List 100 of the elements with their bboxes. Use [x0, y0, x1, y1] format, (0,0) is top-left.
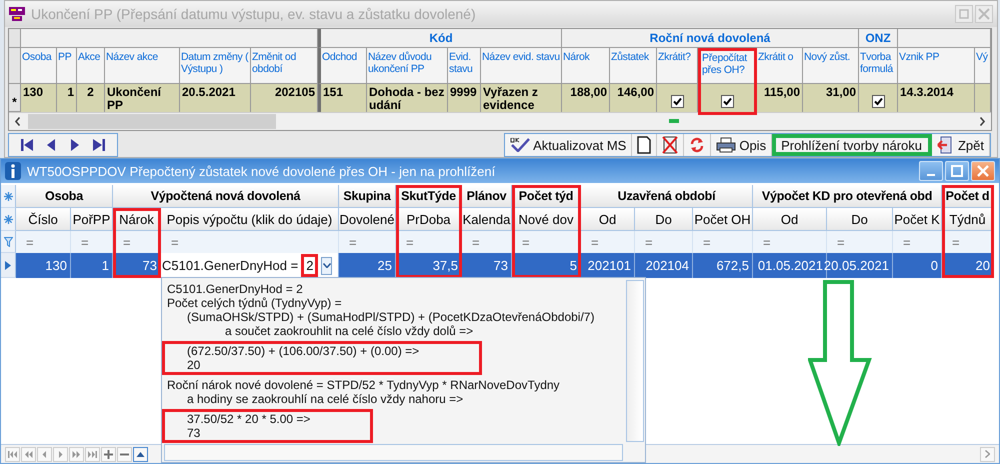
column-header[interactable]: Název akce: [105, 48, 180, 84]
formula-line: Roční nárok nové dovolené = STPD/52 * TydnyVyp * RNarNoveDovTydny: [166, 378, 560, 392]
chevron-down-icon: [322, 263, 331, 268]
minimize-button[interactable]: [919, 161, 943, 181]
remove-button[interactable]: [117, 446, 132, 462]
row-marker: *: [9, 84, 21, 112]
close-button[interactable]: [971, 161, 995, 181]
column-header[interactable]: Kalenda: [462, 208, 512, 231]
column-header[interactable]: PořPP: [71, 208, 113, 231]
column-header[interactable]: Vznik PP: [898, 48, 975, 84]
column-header[interactable]: Počet K: [893, 208, 942, 231]
column-header[interactable]: Popis výpočtu (klik do údaje): [161, 208, 339, 231]
first-button[interactable]: [5, 446, 20, 462]
maximize-button[interactable]: [945, 161, 969, 181]
navigation-arrow-icon: [72, 450, 81, 458]
column-header[interactable]: Zkrátit o: [757, 48, 803, 84]
column-header[interactable]: Datum změny ( Výstupu ): [180, 48, 251, 84]
right-arrow-icon: [69, 139, 81, 151]
column-header[interactable]: Od: [753, 208, 827, 231]
minimize-icon: [927, 174, 935, 176]
column-header[interactable]: Akce: [77, 48, 105, 84]
column-header[interactable]: Osoba: [21, 48, 57, 84]
scrollbar-thumb[interactable]: [28, 114, 276, 129]
column-group-header: Roční nová dovolená: [562, 29, 859, 48]
scroll-right-icon[interactable]: [980, 117, 985, 126]
last-button[interactable]: [85, 446, 100, 462]
column-header[interactable]: Nový zůst.: [803, 48, 859, 84]
up-button[interactable]: [133, 446, 148, 462]
filter-icon: [4, 236, 12, 246]
formula-line: (SumaOHSk/STPD) + (SumaHodPl/STPD) + (PocetKDzaOtevřenáObdobi/7): [186, 310, 594, 324]
window-title: Ukončení PP (Přepsání datumu výstupu, ev. stavu a zůstatku dovolené): [31, 6, 476, 22]
close-icon: [978, 8, 990, 20]
formula-line: 37.50/52 * 20 * 5.00 =>: [186, 412, 310, 426]
column-group-header: Osoba: [16, 185, 113, 208]
table-cell: 0: [893, 253, 942, 278]
column-header[interactable]: Do: [635, 208, 693, 231]
checkbox[interactable]: [670, 95, 684, 108]
info-icon: [5, 162, 21, 180]
table-row[interactable]: 130 1 73 C5101.GenerDnyHod = 2 25 37,5 73 5 202101 202104 672,5 01.05.202120.05.2021 0 20: [1, 253, 994, 278]
column-header[interactable]: Od: [581, 208, 635, 231]
prev-page-button[interactable]: [21, 446, 36, 462]
column-header[interactable]: Název evid. stavu: [481, 48, 562, 84]
horizontal-scrollbar[interactable]: [164, 444, 623, 461]
column-header[interactable]: Číslo: [16, 208, 71, 231]
text-button[interactable]: Prohlížení tvorby nároku: [772, 134, 932, 156]
scroll-marker: [669, 119, 679, 123]
up-triangle-icon: [136, 450, 145, 458]
column-header[interactable]: PP: [57, 48, 77, 84]
column-header[interactable]: Počet OH: [693, 208, 753, 231]
check-icon: [510, 138, 530, 152]
right-arrow-icon: [93, 139, 105, 151]
column-header[interactable]: Zůstatek: [610, 48, 657, 84]
left-arrow-icon: [21, 139, 33, 151]
formula-line: Počet celých týdnů (TydnyVyp) =: [166, 296, 343, 310]
column-header[interactable]: Do: [827, 208, 893, 231]
close-icon: [977, 165, 989, 177]
window-title: WT50OSPPDOV Přepočtený zůstatek nové dovolené přes OH - jen na prohlížení: [27, 164, 496, 178]
formula-line: a hodiny se zaokrouhlí na celé číslo vždy nahoru =>: [186, 392, 464, 406]
asterisk-icon: [4, 192, 12, 200]
checkbox[interactable]: [720, 95, 734, 108]
column-header[interactable]: Změnit od období: [251, 48, 318, 84]
navigation-arrow-icon: [24, 450, 33, 458]
horizontal-scrollbar[interactable]: [9, 112, 991, 130]
refresh-icon: [689, 137, 706, 153]
column-header[interactable]: Nové dov: [512, 208, 581, 231]
left-arrow-icon: [45, 139, 57, 151]
table-cell: C5101.GenerDnyHod =: [162, 258, 298, 273]
column-header[interactable]: Vý: [975, 48, 991, 84]
column-header[interactable]: Tvorba formulá: [859, 48, 898, 84]
navigation-arrow-icon: [8, 450, 17, 458]
next-button[interactable]: [53, 446, 68, 462]
formula-line: 73: [186, 426, 202, 440]
column-header[interactable]: Dovolené: [339, 208, 396, 231]
blank-page-icon: [637, 136, 652, 154]
column-header[interactable]: PrDoba: [396, 208, 462, 231]
formula-line: (672.50/37.50) + (106.00/37.50) + (0.00) =>: [186, 344, 420, 358]
column-header[interactable]: Nárok: [562, 48, 610, 84]
printer-icon: [716, 137, 736, 153]
scroll-left-icon[interactable]: [15, 117, 20, 126]
app-icon: [9, 6, 25, 22]
column-header[interactable]: Odchod: [318, 48, 367, 84]
column-group-header: Kód: [318, 29, 562, 48]
column-group-header: Uzavřená období: [581, 185, 753, 208]
dropdown-button[interactable]: [321, 256, 332, 274]
next-page-button[interactable]: [69, 446, 84, 462]
formula-line: C5101.GenerDnyHod = 2: [166, 282, 304, 296]
table-cell: 20.05.2021: [827, 253, 893, 278]
column-header[interactable]: Evid. stavu: [448, 48, 481, 84]
formula-line: 20: [186, 358, 202, 372]
scroll-right-button[interactable]: [980, 446, 995, 462]
prev-button[interactable]: [37, 446, 52, 462]
vertical-scrollbar[interactable]: [626, 280, 644, 442]
column-group-header: Skupina: [339, 185, 396, 208]
column-group-header: ONZ: [859, 29, 898, 48]
restore-icon: [959, 9, 969, 19]
table-cell: 672,5: [693, 253, 753, 278]
checkbox[interactable]: [872, 95, 884, 108]
add-button[interactable]: [101, 446, 116, 462]
column-header[interactable]: Název důvodu ukončení PP: [367, 48, 448, 84]
column-header[interactable]: Zkrátit?: [657, 48, 698, 84]
